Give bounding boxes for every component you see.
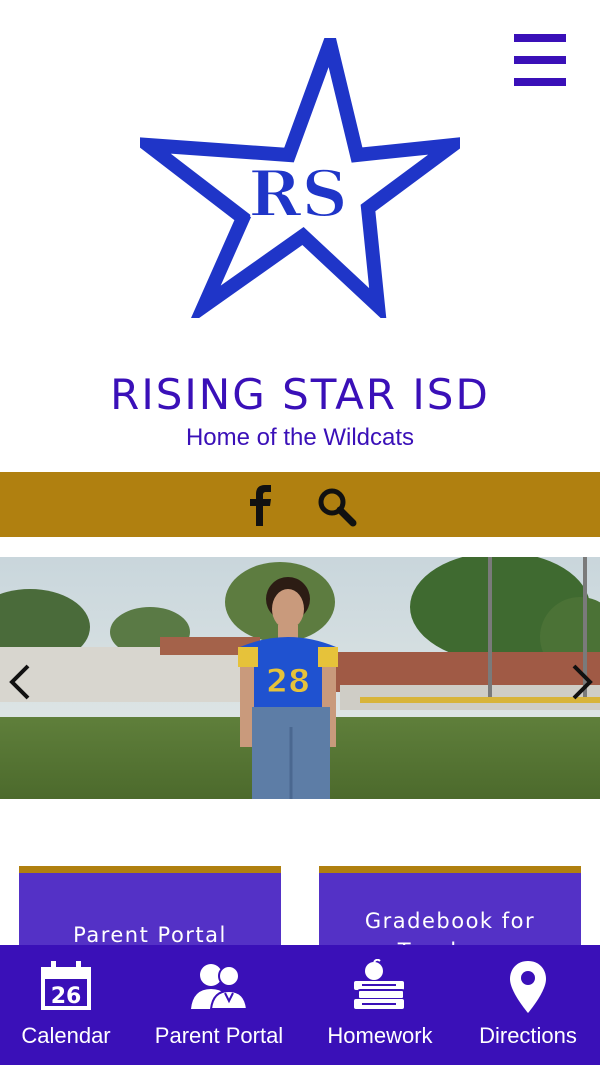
nav-homework[interactable]: Homework — [310, 945, 450, 1065]
school-logo[interactable]: RS — [125, 18, 478, 327]
card-label: Gradebook for — [364, 909, 536, 933]
parents-icon — [191, 964, 249, 1010]
search-icon[interactable] — [316, 486, 358, 528]
calendar-day: 26 — [51, 984, 82, 1009]
nav-directions[interactable]: Directions — [462, 945, 594, 1065]
social-bar — [0, 472, 600, 537]
nav-label: Directions — [479, 1023, 577, 1048]
bottom-nav: 26 Calendar Parent Portal Homework Direc… — [0, 945, 600, 1065]
map-pin-icon — [510, 961, 546, 1013]
homework-icon — [354, 958, 405, 1009]
facebook-icon[interactable] — [246, 484, 276, 526]
calendar-icon: 26 — [41, 961, 91, 1010]
jersey-number: 28 — [266, 662, 311, 700]
chevron-left-icon[interactable] — [6, 662, 36, 702]
card-label: Parent Portal — [73, 923, 227, 947]
nav-label: Parent Portal — [154, 1023, 284, 1048]
chevron-right-icon[interactable] — [566, 662, 596, 702]
site-subtitle: Home of the Wildcats — [185, 424, 415, 451]
slider-photo: 28 — [0, 557, 600, 799]
nav-label: Calendar — [21, 1023, 111, 1048]
nav-calendar[interactable]: 26 Calendar — [0, 945, 132, 1065]
hamburger-menu-icon[interactable] — [512, 32, 568, 88]
star-logo-icon: RS — [125, 18, 478, 327]
site-title[interactable]: RISING STAR ISD — [0, 370, 600, 419]
nav-label: Homework — [327, 1023, 433, 1048]
logo-text: RS — [248, 157, 347, 232]
photo-slider[interactable]: 28 — [0, 557, 600, 799]
nav-parent-portal[interactable]: Parent Portal — [140, 945, 298, 1065]
